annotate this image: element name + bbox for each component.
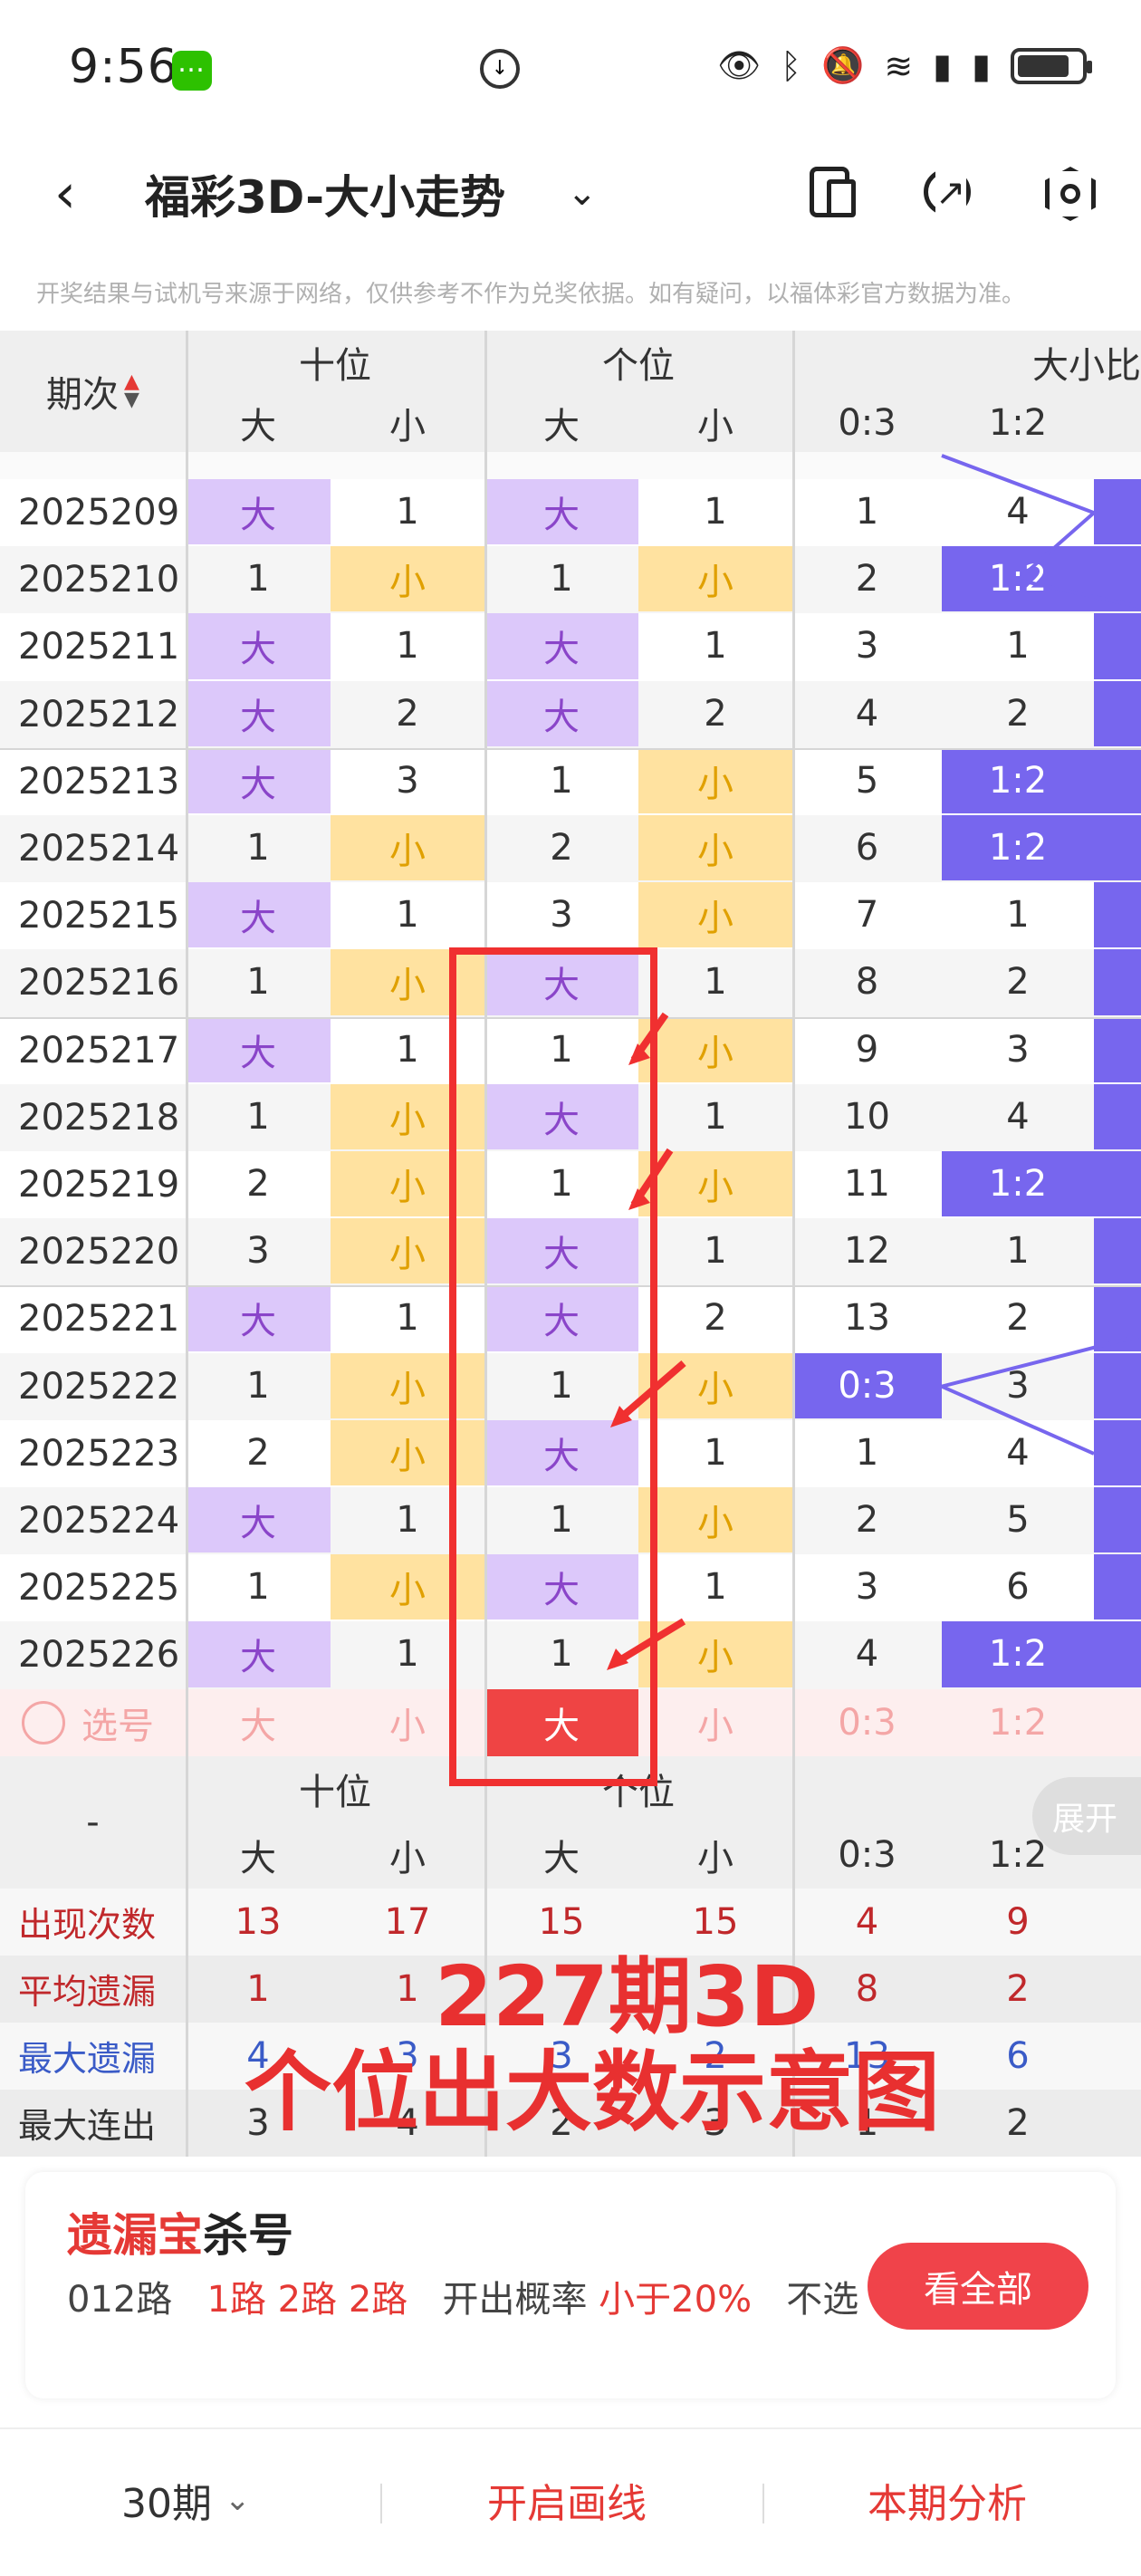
annotation-arrows <box>607 1012 686 1670</box>
period-label: 30期 <box>121 2481 212 2527</box>
card-description: 012路 1路 2路 2路 开出概率 小于20% 不选 <box>67 2270 864 2330</box>
card-text-route: 012路 <box>67 2279 173 2321</box>
card-title: 遗漏宝杀号 <box>67 2199 293 2264</box>
kill-number-card: 遗漏宝杀号 012路 1路 2路 2路 开出概率 小于20% 不选 看全部 <box>25 2172 1116 2398</box>
card-title-brand: 遗漏宝 <box>67 2209 203 2262</box>
overlay-line2: 个位出大数示意图 <box>244 2042 940 2143</box>
see-all-button[interactable]: 看全部 <box>868 2243 1088 2330</box>
analysis-button[interactable]: 本期分析 <box>868 2471 1027 2529</box>
card-text-probability: 开出概率 <box>442 2279 588 2321</box>
divider <box>380 2484 382 2523</box>
card-title-suffix: 杀号 <box>203 2209 293 2262</box>
card-text-noselect: 不选 <box>786 2279 859 2321</box>
chevron-down-icon: ⌄ <box>225 2482 251 2518</box>
period-selector[interactable]: 30期 ⌄ <box>121 2471 251 2529</box>
bottom-bar: 30期 ⌄ 开启画线 本期分析 <box>0 2427 1141 2576</box>
card-text-threshold: 小于20% <box>599 2279 753 2321</box>
annotation-arrow-head <box>607 1648 628 1670</box>
card-text-routes: 1路 2路 2路 <box>206 2279 408 2321</box>
page: 9:56 ↓ 👁 ᛒ 🔕 ≋ ▮ ▮ ‹ 福彩3D-大小走势 ⌄ 开奖结果与试机… <box>0 0 1141 2576</box>
draw-line-button[interactable]: 开启画线 <box>487 2471 647 2529</box>
divider <box>762 2484 764 2523</box>
annotation-arrow <box>613 1360 686 1426</box>
